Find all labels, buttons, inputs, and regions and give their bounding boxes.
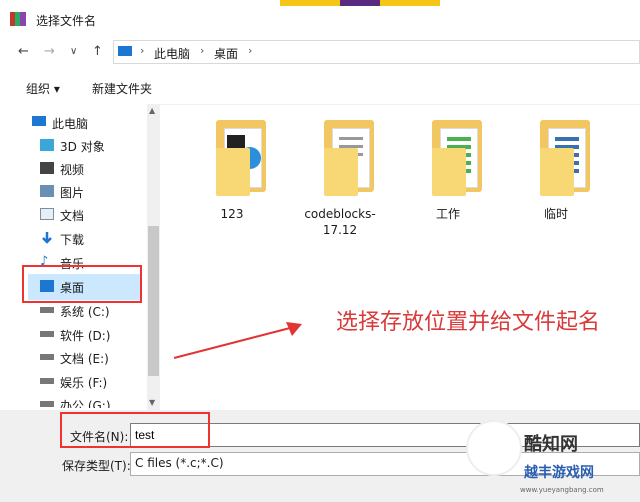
drive-icon: [40, 401, 54, 407]
sidebar-item-documents[interactable]: 文档: [32, 204, 152, 226]
sidebar-item-drive-g[interactable]: 办公 (G:): [32, 394, 152, 408]
scroll-up-arrow-icon[interactable]: ▲: [149, 106, 155, 115]
window-title: 选择文件名: [36, 14, 97, 28]
watermark-subtitle: 越丰游戏网: [524, 465, 594, 481]
title-strip-decoration: [280, 0, 640, 6]
sidebar-item-pictures[interactable]: 图片: [32, 181, 152, 203]
breadcrumb-separator: ›: [200, 44, 205, 57]
folder-label: 123: [220, 207, 244, 221]
sidebar-item-videos[interactable]: 视频: [32, 158, 152, 180]
watermark-name: 酷知网: [524, 434, 578, 455]
picture-icon: [40, 185, 54, 197]
folder-item[interactable]: 工作: [400, 120, 496, 240]
folder-label: codeblocks-17.12: [304, 207, 376, 237]
sidebar-item-drive-c[interactable]: 系统 (C:): [32, 300, 152, 322]
filetype-label: 保存类型(T):: [62, 459, 131, 473]
folder-item[interactable]: 123: [184, 120, 280, 240]
drive-icon: [40, 331, 54, 337]
folder-label: 工作: [435, 207, 460, 221]
breadcrumb-desktop[interactable]: 桌面: [214, 45, 238, 62]
drive-icon: [40, 307, 54, 313]
forward-button[interactable]: →: [44, 44, 55, 59]
back-button[interactable]: ←: [18, 44, 29, 59]
watermark-logo: [466, 420, 522, 476]
download-icon: [40, 232, 54, 244]
video-icon: [40, 162, 54, 174]
annotation-arrow-icon: [173, 322, 302, 359]
breadcrumb-separator: ›: [248, 44, 253, 57]
up-button[interactable]: ↑: [92, 44, 103, 59]
folder-label: 临时: [543, 207, 568, 221]
folder-item[interactable]: codeblocks-17.12: [292, 120, 388, 240]
drive-icon: [40, 378, 54, 384]
breadcrumb-this-pc[interactable]: 此电脑: [154, 45, 190, 62]
scroll-down-arrow-icon[interactable]: ▼: [149, 398, 155, 407]
folder-item[interactable]: 临时: [508, 120, 604, 240]
sidebar-item-downloads[interactable]: 下载: [32, 228, 152, 250]
computer-icon: [118, 46, 132, 56]
computer-icon: [32, 116, 46, 126]
document-icon: [40, 208, 54, 220]
sidebar-scrollbar-thumb[interactable]: [148, 226, 159, 376]
sidebar-item-drive-d[interactable]: 软件 (D:): [32, 324, 152, 346]
cube-icon: [40, 139, 54, 151]
sidebar-item-3d-objects[interactable]: 3D 对象: [32, 135, 152, 157]
drive-icon: [40, 354, 54, 360]
recent-dropdown[interactable]: ∨: [70, 46, 77, 57]
watermark-url: www.yueyangbang.com: [520, 486, 604, 494]
annotation-highlight-desktop: [22, 265, 142, 303]
annotation-highlight-filename: [60, 412, 210, 448]
app-icon: [10, 12, 26, 26]
sidebar-item-drive-f[interactable]: 娱乐 (F:): [32, 371, 152, 393]
annotation-text: 选择存放位置并给文件起名: [336, 310, 601, 335]
organize-button[interactable]: 组织 ▾: [26, 80, 60, 97]
new-folder-button[interactable]: 新建文件夹: [92, 80, 152, 97]
sidebar-item-drive-e[interactable]: 文档 (E:): [32, 347, 152, 369]
sidebar-item-this-pc[interactable]: 此电脑: [24, 112, 144, 134]
breadcrumb-separator: ›: [140, 44, 145, 57]
address-bar[interactable]: [113, 40, 640, 64]
